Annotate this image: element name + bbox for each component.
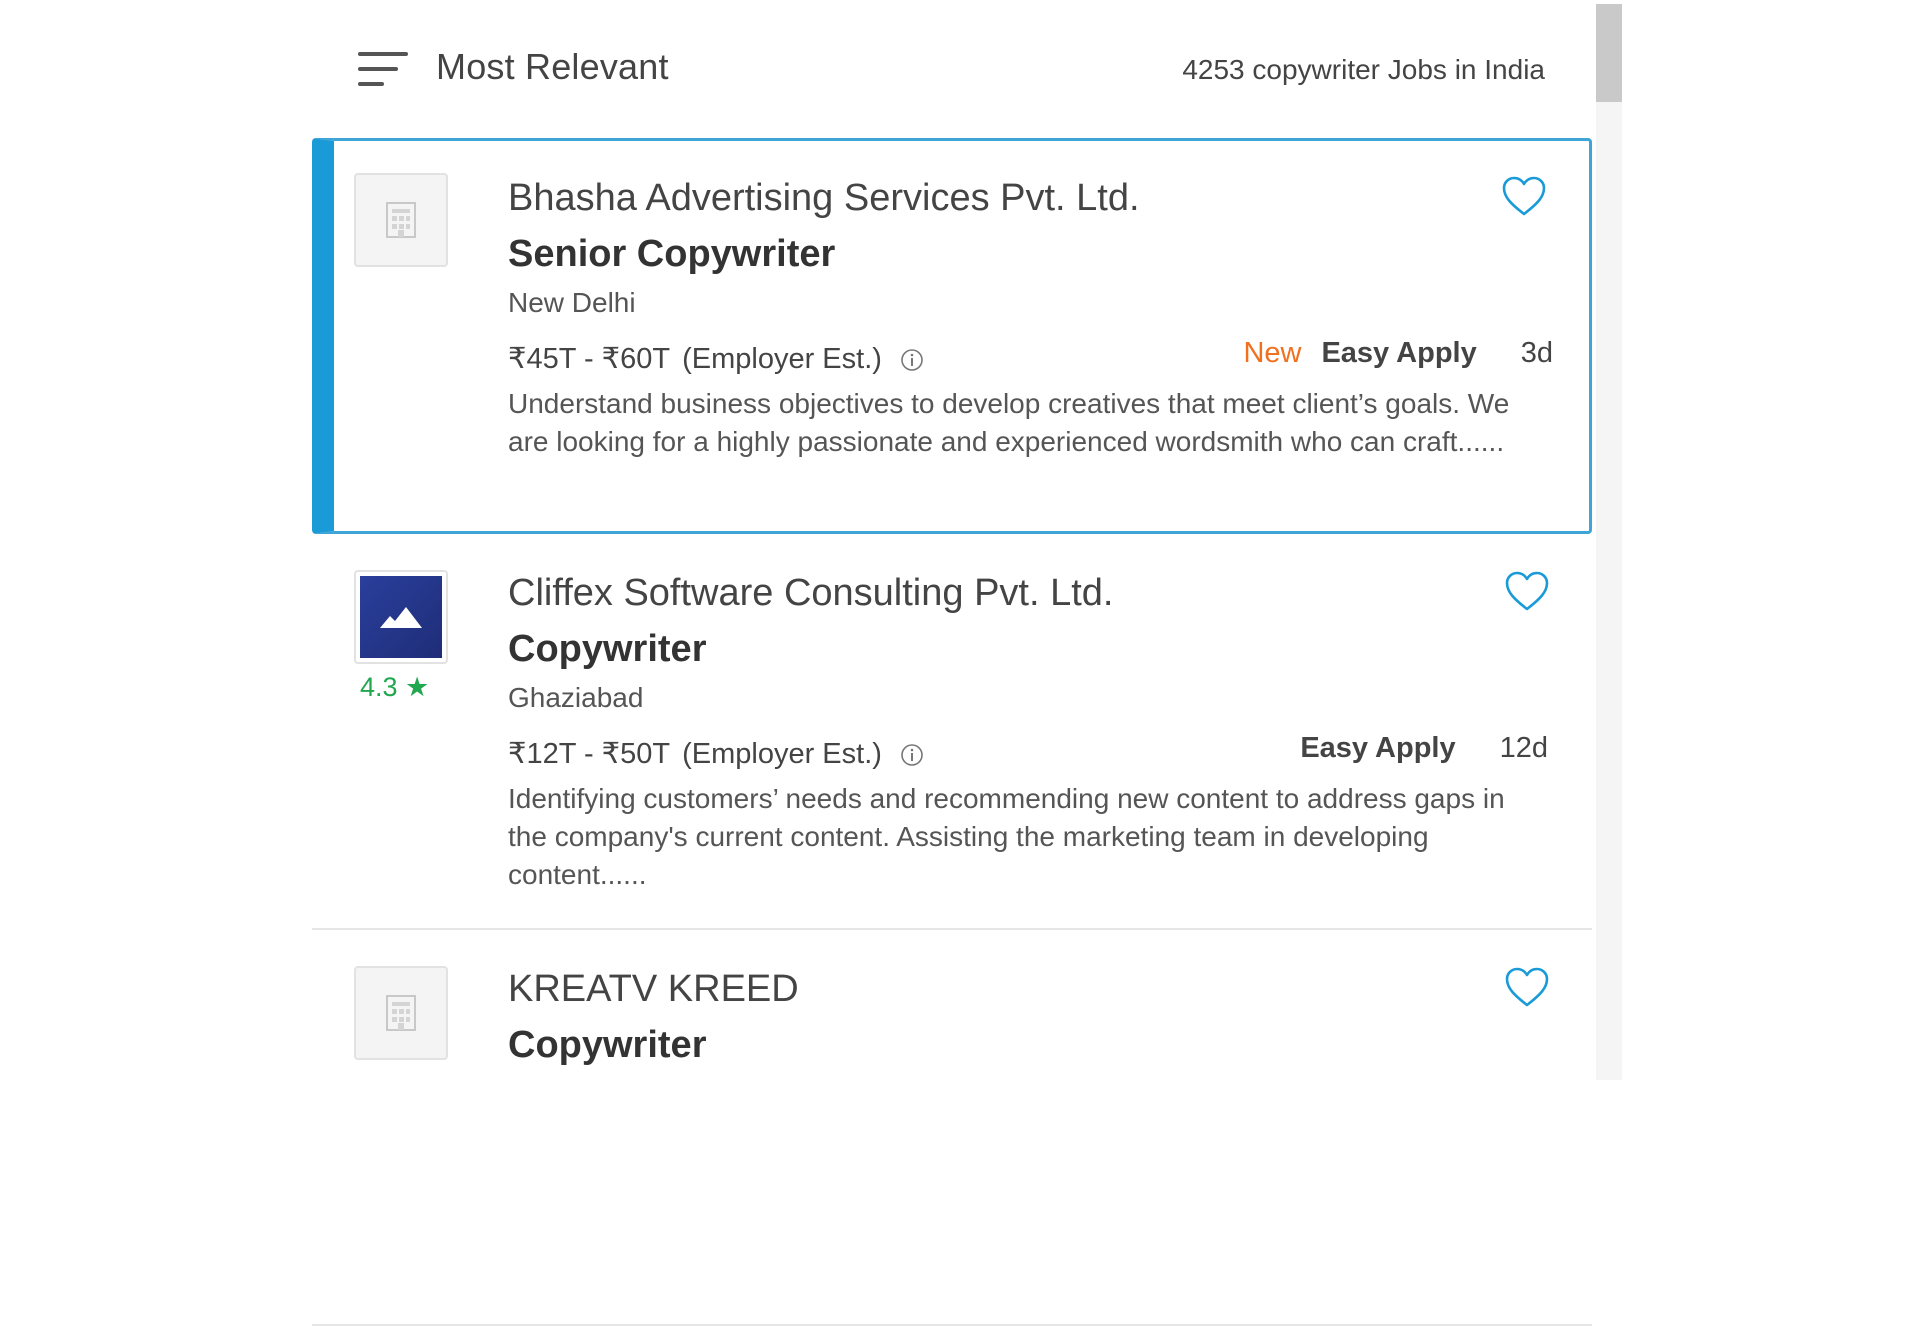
job-tags: Easy Apply 12d (1300, 732, 1548, 765)
info-icon[interactable] (900, 348, 924, 372)
building-placeholder-icon (386, 995, 416, 1031)
save-job-heart-icon[interactable] (1504, 570, 1550, 612)
building-placeholder-icon (386, 202, 416, 238)
new-badge: New (1243, 337, 1302, 369)
job-card-selected[interactable]: Bhasha Advertising Services Pvt. Ltd. Se… (312, 138, 1592, 534)
job-card[interactable]: KREATV KREED Copywriter (312, 930, 1592, 1326)
salary-estimate: ₹45T - ₹60T (Employer Est.) (508, 341, 924, 376)
save-job-heart-icon[interactable] (1504, 966, 1550, 1008)
company-name: Cliffex Software Consulting Pvt. Ltd. (508, 572, 1114, 614)
company-rating: 4.3 ★ (360, 672, 430, 702)
salary-note: (Employer Est.) (682, 343, 882, 375)
easy-apply-badge: Easy Apply (1300, 732, 1456, 764)
job-title[interactable]: Senior Copywriter (508, 233, 835, 276)
salary-range: ₹12T - ₹50T (508, 738, 671, 770)
job-list: Bhasha Advertising Services Pvt. Ltd. Se… (312, 138, 1592, 1326)
easy-apply-badge: Easy Apply (1321, 337, 1477, 369)
job-tags: New Easy Apply 3d (1243, 337, 1553, 370)
company-logo (354, 570, 448, 664)
job-description: Identifying customers’ needs and recomme… (508, 783, 1505, 890)
job-results-panel: Most Relevant 4253 copywriter Jobs in In… (312, 0, 1622, 1326)
salary-estimate: ₹12T - ₹50T (Employer Est.) (508, 736, 924, 771)
salary-range: ₹45T - ₹60T (508, 343, 671, 375)
job-title[interactable]: Copywriter (508, 628, 706, 671)
save-job-heart-icon[interactable] (1501, 175, 1547, 217)
salary-note: (Employer Est.) (682, 738, 882, 770)
sort-dropdown-label[interactable]: Most Relevant (436, 46, 669, 88)
company-name: Bhasha Advertising Services Pvt. Ltd. (508, 177, 1140, 219)
brand-logo-square (360, 576, 442, 658)
company-logo (354, 966, 448, 1060)
job-count-text: 4253 copywriter Jobs in India (1182, 54, 1545, 85)
job-description: Understand business objectives to develo… (508, 388, 1510, 457)
mountain-logo-icon (380, 607, 422, 628)
job-location: Ghaziabad (508, 682, 644, 713)
job-location: New Delhi (508, 287, 636, 318)
company-name: KREATV KREED (508, 968, 799, 1010)
posted-age: 12d (1499, 732, 1548, 764)
scrollbar-thumb[interactable] (1596, 4, 1622, 102)
job-title[interactable]: Copywriter (508, 1024, 706, 1067)
job-card[interactable]: 4.3 ★ Cliffex Software Consulting Pvt. L… (312, 534, 1592, 930)
info-icon[interactable] (900, 743, 924, 767)
posted-age: 3d (1520, 337, 1553, 369)
sort-icon[interactable] (356, 48, 410, 90)
scrollbar-track[interactable] (1596, 4, 1622, 1080)
company-logo (354, 173, 448, 267)
results-header: Most Relevant 4253 copywriter Jobs in In… (312, 0, 1600, 138)
